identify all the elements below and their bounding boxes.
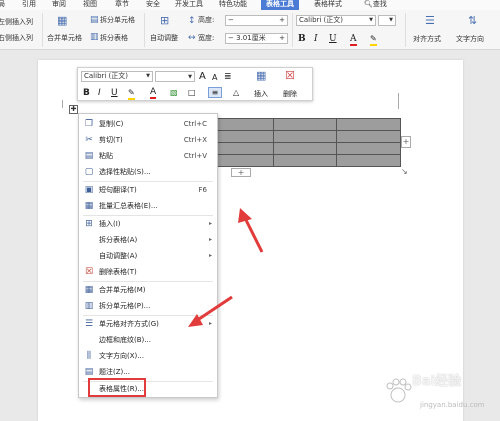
arrow-pointing-to-menu	[188, 295, 233, 327]
watermark-brand: Bai经验	[412, 374, 462, 389]
arrow-pointing-to-table	[238, 208, 264, 253]
annotation-arrows	[188, 208, 264, 327]
watermark-url: jingyan.baidu.com	[420, 401, 485, 409]
baidu-paw-logo	[386, 378, 412, 403]
